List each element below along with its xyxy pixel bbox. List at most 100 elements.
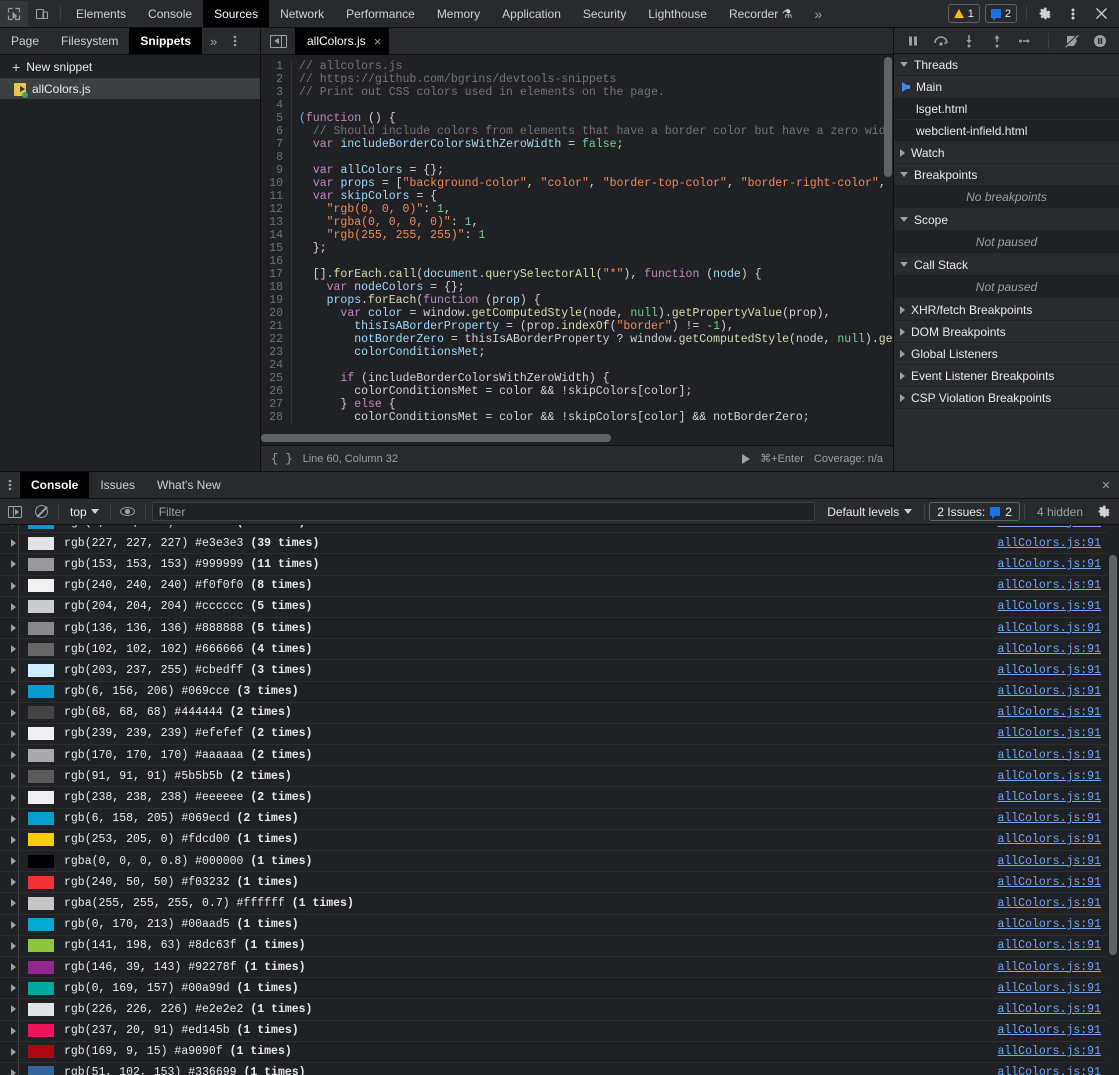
line-number[interactable]: 10 — [261, 177, 292, 190]
expand-arrow-icon[interactable] — [4, 602, 22, 611]
step-icon[interactable] — [1016, 32, 1034, 50]
console-source-link[interactable]: allColors.js:91 — [997, 1066, 1101, 1075]
line-number[interactable]: 6 — [261, 125, 292, 138]
expand-arrow-icon[interactable] — [4, 624, 22, 633]
message-count-badge[interactable]: 2 — [984, 4, 1017, 23]
line-number[interactable]: 3 — [261, 86, 292, 99]
line-number[interactable]: 16 — [261, 255, 292, 268]
debugger-section-xhr-fetch-breakpoints[interactable]: XHR/fetch Breakpoints — [894, 299, 1119, 321]
log-levels-selector[interactable]: Default levels — [819, 501, 920, 523]
console-message-row[interactable]: rgb(253, 205, 0) #fdcd00 (1 times) allCol… — [0, 829, 1119, 851]
console-message-row[interactable]: rgba(0, 0, 0, 0.8) #000000 (1 times) allC… — [0, 851, 1119, 873]
expand-arrow-icon[interactable] — [4, 525, 22, 527]
new-snippet-button[interactable]: + New snippet — [0, 55, 260, 79]
console-source-link[interactable]: allColors.js:91 — [997, 622, 1101, 635]
pause-icon[interactable] — [904, 32, 922, 50]
expand-arrow-icon[interactable] — [4, 539, 22, 548]
console-message-row[interactable]: rgb(91, 91, 91) #5b5b5b (2 times) allColo… — [0, 766, 1119, 788]
console-source-link[interactable]: allColors.js:91 — [997, 812, 1101, 825]
console-message-row[interactable]: rgb(153, 153, 153) #999999 (11 times) all… — [0, 554, 1119, 576]
tab-memory[interactable]: Memory — [426, 0, 491, 27]
line-number[interactable]: 24 — [261, 359, 292, 372]
console-message-row[interactable]: rgb(6, 156, 206) #069cce (3 times) allCol… — [0, 681, 1119, 703]
expand-arrow-icon[interactable] — [4, 708, 22, 717]
navigator-overflow-button[interactable]: » — [202, 28, 225, 54]
debugger-thread-row[interactable]: webclient-infield.html — [894, 120, 1119, 142]
device-toolbar-icon[interactable] — [28, 1, 56, 27]
debugger-thread-row[interactable]: lsget.html — [894, 98, 1119, 120]
console-message-row[interactable]: rgb(102, 102, 102) #666666 (4 times) allC… — [0, 639, 1119, 661]
clear-console-icon[interactable] — [28, 500, 54, 524]
expand-arrow-icon[interactable] — [4, 793, 22, 802]
expand-arrow-icon[interactable] — [4, 581, 22, 590]
tab-elements[interactable]: Elements — [65, 0, 137, 27]
console-message-row[interactable]: rgb(227, 227, 227) #e3e3e3 (39 times) all… — [0, 533, 1119, 555]
line-number[interactable]: 26 — [261, 385, 292, 398]
deactivate-breakpoints-icon[interactable] — [1063, 32, 1081, 50]
warning-count-badge[interactable]: 1 — [947, 4, 980, 23]
console-message-row[interactable]: rgb(0, 170, 213) #00aad5 (1 times) allCol… — [0, 914, 1119, 936]
close-icon[interactable] — [1087, 1, 1115, 27]
debugger-section-scope[interactable]: Scope — [894, 209, 1119, 231]
console-source-link[interactable]: allColors.js:91 — [997, 537, 1101, 550]
tab-application[interactable]: Application — [491, 0, 572, 27]
line-number[interactable]: 19 — [261, 294, 292, 307]
gear-icon[interactable] — [1091, 500, 1117, 524]
console-source-link[interactable]: allColors.js:91 — [997, 558, 1101, 571]
console-message-row[interactable]: rgb(238, 238, 238) #eeeeee (2 times) allC… — [0, 787, 1119, 809]
console-source-link[interactable]: allColors.js:91 — [997, 1045, 1101, 1058]
console-source-link[interactable]: allColors.js:91 — [997, 855, 1101, 868]
line-number[interactable]: 27 — [261, 398, 292, 411]
drawer-tab-console[interactable]: Console — [20, 472, 90, 498]
tab-performance[interactable]: Performance — [335, 0, 426, 27]
console-source-link[interactable]: allColors.js:91 — [997, 727, 1101, 740]
expand-arrow-icon[interactable] — [4, 1047, 22, 1056]
console-message-row[interactable]: rgb(6, 156, 206) #069cce (13 times) allCo… — [0, 525, 1119, 534]
expand-arrow-icon[interactable] — [4, 772, 22, 781]
line-number[interactable]: 28 — [261, 411, 292, 424]
expand-arrow-icon[interactable] — [4, 899, 22, 908]
debugger-thread-row[interactable]: Main — [894, 76, 1119, 98]
snippet-file-allcolors[interactable]: allColors.js — [0, 79, 260, 99]
debugger-section-breakpoints[interactable]: Breakpoints — [894, 164, 1119, 186]
drawer-tab-whats-new[interactable]: What's New — [146, 472, 232, 498]
inspect-element-icon[interactable] — [0, 0, 28, 27]
expand-arrow-icon[interactable] — [4, 1026, 22, 1035]
line-number[interactable]: 14 — [261, 229, 292, 242]
scrollbar-thumb[interactable] — [884, 57, 892, 177]
console-message-row[interactable]: rgb(141, 198, 63) #8dc63f (1 times) allCo… — [0, 935, 1119, 957]
line-number[interactable]: 13 — [261, 216, 292, 229]
console-source-link[interactable]: allColors.js:91 — [997, 897, 1101, 910]
line-number[interactable]: 2 — [261, 73, 292, 86]
expand-arrow-icon[interactable] — [4, 984, 22, 993]
pause-on-exceptions-icon[interactable] — [1091, 32, 1109, 50]
expand-arrow-icon[interactable] — [4, 1068, 22, 1075]
console-message-row[interactable]: rgb(0, 169, 157) #00a99d (1 times) allCol… — [0, 978, 1119, 1000]
drawer-tab-issues[interactable]: Issues — [89, 472, 146, 498]
console-source-link[interactable]: allColors.js:91 — [997, 918, 1101, 931]
scrollbar-thumb[interactable] — [261, 434, 611, 442]
console-source-link[interactable]: allColors.js:91 — [997, 643, 1101, 656]
line-number[interactable]: 15 — [261, 242, 292, 255]
console-source-link[interactable]: allColors.js:91 — [997, 961, 1101, 974]
console-source-link[interactable]: allColors.js:91 — [997, 1024, 1101, 1037]
close-icon[interactable]: × — [374, 35, 382, 48]
step-out-icon[interactable] — [988, 32, 1006, 50]
tab-network[interactable]: Network — [269, 0, 335, 27]
expand-arrow-icon[interactable] — [4, 878, 22, 887]
line-number[interactable]: 8 — [261, 151, 292, 164]
tab-sources[interactable]: Sources — [203, 0, 270, 27]
line-number[interactable]: 25 — [261, 372, 292, 385]
line-number[interactable]: 7 — [261, 138, 292, 151]
debugger-section-csp-violation-breakpoints[interactable]: CSP Violation Breakpoints — [894, 387, 1119, 409]
main-tabs-overflow-button[interactable]: » — [803, 0, 833, 27]
step-over-icon[interactable] — [932, 32, 950, 50]
console-source-link[interactable]: allColors.js:91 — [997, 939, 1101, 952]
line-number[interactable]: 1 — [261, 60, 292, 73]
line-number[interactable]: 5 — [261, 112, 292, 125]
console-message-list[interactable]: rgb(6, 156, 206) #069cce (13 times) allCo… — [0, 525, 1119, 1075]
line-number[interactable]: 12 — [261, 203, 292, 216]
console-message-row[interactable]: rgb(240, 240, 240) #f0f0f0 (8 times) allC… — [0, 575, 1119, 597]
expand-arrow-icon[interactable] — [4, 814, 22, 823]
tab-recorder[interactable]: Recorder ⚗ — [718, 0, 803, 27]
